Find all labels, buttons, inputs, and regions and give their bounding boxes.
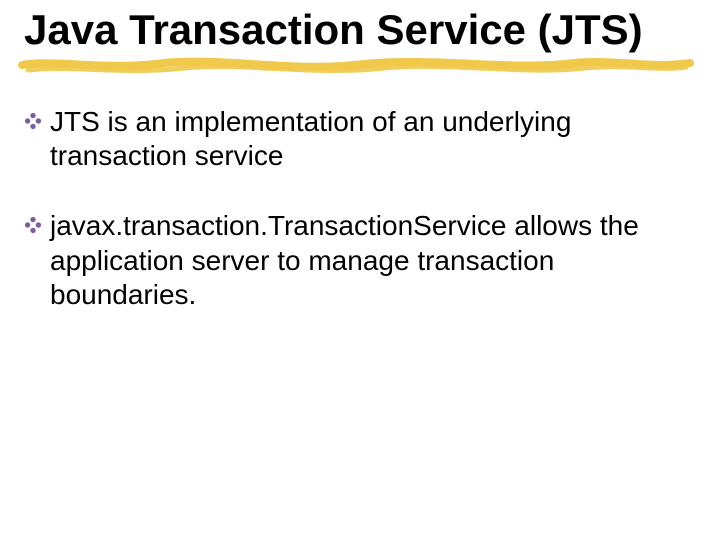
slide-title: Java Transaction Service (JTS) (24, 6, 700, 53)
underline-icon (14, 53, 714, 79)
bullet-text: JTS is an implementation of an underlyin… (50, 106, 571, 171)
list-item: javax.transaction.TransactionService all… (24, 209, 700, 311)
slide: Java Transaction Service (JTS) JTS (0, 0, 720, 540)
title-underline (24, 55, 700, 79)
flower-bullet-icon (24, 216, 42, 234)
bullet-text: javax.transaction.TransactionService all… (50, 210, 639, 309)
flower-bullet-icon (24, 112, 42, 130)
bullet-list: JTS is an implementation of an underlyin… (24, 105, 700, 312)
list-item: JTS is an implementation of an underlyin… (24, 105, 700, 173)
